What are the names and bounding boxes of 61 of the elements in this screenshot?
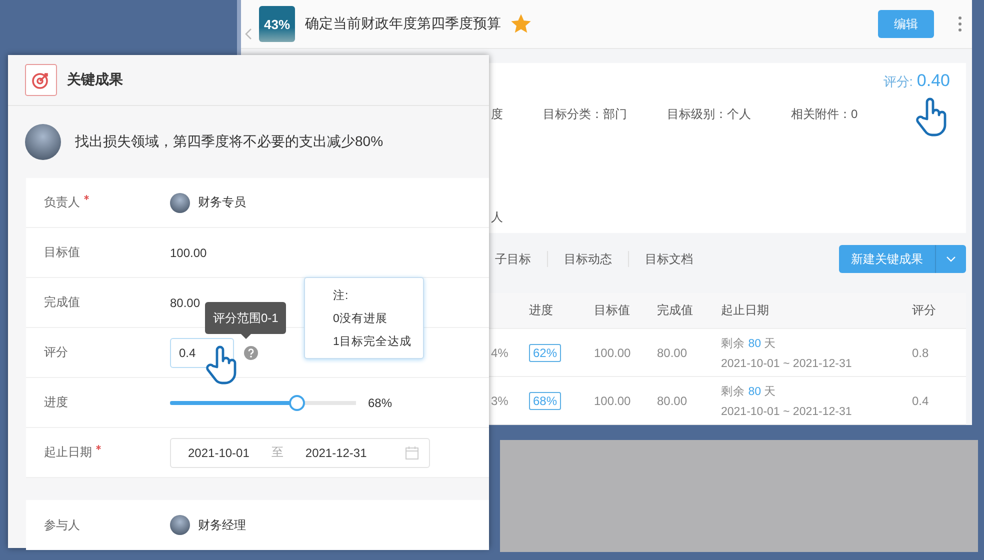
table-cell-text: 80.00 [657, 346, 688, 360]
field-label: 评分 [44, 344, 68, 361]
field-value: 财务专员 [198, 194, 246, 211]
more-icon[interactable] [958, 16, 962, 32]
column-header: 进度 [529, 302, 554, 319]
field-value: 80.00 [170, 296, 200, 310]
tab[interactable]: 子目标 [495, 250, 531, 268]
star-icon[interactable] [511, 14, 531, 34]
field-label: 目标值 [44, 244, 80, 261]
score-label: 评分: [883, 73, 913, 91]
field-label: 进度 [44, 394, 68, 411]
meta-text: 相关附件：0 [791, 106, 858, 123]
field-value: 100.00 [170, 246, 207, 260]
calendar-icon[interactable] [405, 446, 419, 460]
field-label: 参与人 [44, 516, 80, 534]
note-line: 1目标完全达成 [333, 334, 412, 349]
progress-tag: 62% [529, 344, 562, 362]
table-cell-text: 80.00 [657, 394, 688, 408]
avatar [25, 124, 61, 160]
note-title: 注: [333, 288, 350, 303]
progress-tag: 68% [529, 392, 562, 410]
field-value: 财务经理 [198, 516, 246, 534]
column-header: 评分 [912, 302, 937, 319]
field-label: 负责人 [44, 194, 80, 211]
table-cell-text: 100.00 [594, 394, 632, 408]
meta-text: 人 [491, 210, 503, 224]
tab[interactable]: 目标文档 [645, 250, 693, 268]
column-header: 完成值 [657, 302, 694, 319]
table-cell-text: 0.8 [912, 346, 930, 360]
table-cell-text: 0.4 [912, 394, 930, 408]
meta-text: 目标分类：部门 [543, 106, 627, 123]
tab[interactable]: 目标动态 [564, 250, 612, 268]
goal-title: 确定当前财政年度第四季度预算 [305, 15, 501, 33]
panel-title: 关键成果 [67, 71, 123, 89]
chevron-left-icon[interactable] [245, 28, 253, 40]
column-header: 目标值 [594, 302, 631, 319]
meta-text: 度 [491, 106, 503, 123]
target-icon [25, 64, 57, 96]
meta-text: 目标级别：个人 [667, 106, 751, 123]
avatar [170, 515, 190, 535]
date-range-field[interactable]: 2021-10-01 至 2021-12-31 [170, 438, 430, 468]
tooltip: 评分范围0-1 [205, 302, 286, 339]
remaining-text: 剩余 80 天 [721, 384, 778, 398]
slider-thumb[interactable] [289, 394, 306, 410]
note-line: 0没有进展 [333, 312, 388, 326]
slider-reading: 68% [368, 396, 392, 410]
help-icon[interactable] [244, 346, 258, 360]
objective-text: 找出损失领域，第四季度将不必要的支出减少80% [75, 133, 384, 151]
remaining-text: 剩余 80 天 [721, 336, 778, 350]
field-label: 起止日期 [44, 444, 92, 461]
caret-icon[interactable] [946, 256, 956, 262]
table-cell-text: 100.00 [594, 346, 632, 360]
date-range: 2021-10-01 ~ 2021-12-31 [721, 358, 853, 370]
date-range: 2021-10-01 ~ 2021-12-31 [721, 406, 853, 418]
table-cell-text: 3% [491, 394, 510, 408]
column-header: 起止日期 [721, 302, 770, 319]
avatar [170, 192, 190, 212]
field-label: 完成值 [44, 294, 80, 311]
progress-badge: 43% [259, 6, 295, 42]
score-value: 0.40 [916, 71, 950, 91]
table-cell-text: 4% [491, 346, 510, 360]
